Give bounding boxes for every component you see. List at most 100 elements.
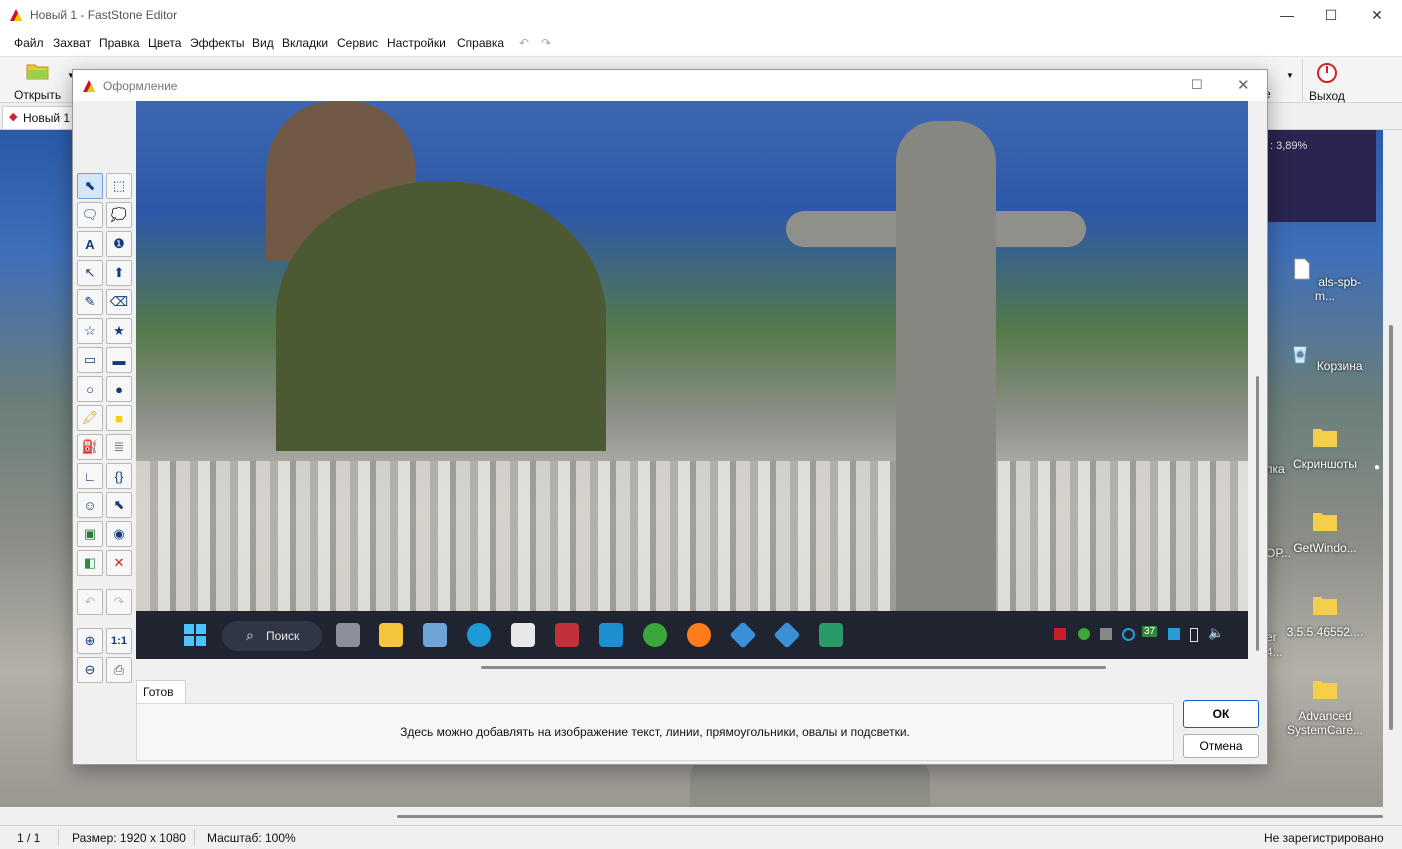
delete-x-icon: ✕ <box>113 555 125 570</box>
dialog-info-text: Здесь можно добавлять на изображение тек… <box>400 725 910 739</box>
tray-shield-icon <box>1168 628 1180 640</box>
rectangle-filled-button[interactable]: ▬ <box>106 347 132 373</box>
cancel-button[interactable]: Отмена <box>1183 734 1259 758</box>
scrollbar-thumb[interactable] <box>1256 376 1259 651</box>
pencil-icon: ✎ <box>84 294 96 309</box>
tab-new-1[interactable]: ◆ Новый 1 <box>2 106 74 129</box>
star-outline-button[interactable]: ☆ <box>77 318 103 344</box>
callout-button[interactable]: 🗨 <box>77 202 103 228</box>
tray-battery-icon <box>1190 628 1198 642</box>
menu-edit[interactable]: Правка <box>99 36 140 50</box>
desktop-icon-file[interactable]: als-spb-m... <box>1285 258 1365 303</box>
redo-button[interactable]: ↷ <box>106 589 132 615</box>
desktop-icon-version-folder[interactable]: 3.5.5.46552.... <box>1285 594 1365 639</box>
delete-object-button[interactable]: ✕ <box>106 550 132 576</box>
status-separator <box>58 829 59 845</box>
menu-help[interactable]: Справка <box>457 36 504 50</box>
star-filled-icon: ★ <box>113 323 125 338</box>
maximize-button[interactable]: ☐ <box>1308 0 1354 30</box>
pencil-tool-button[interactable]: ✎ <box>77 289 103 315</box>
store-icon <box>511 623 535 647</box>
undo-button[interactable]: ↶ <box>77 589 103 615</box>
app-diamond-icon-2 <box>773 621 801 649</box>
spotlight-button[interactable]: ◉ <box>106 521 132 547</box>
scrollbar-thumb[interactable] <box>1389 325 1393 730</box>
highlighter-icon: 🖍 <box>81 410 99 425</box>
ellipse-outline-button[interactable]: ○ <box>77 376 103 402</box>
desktop-icon-recycle[interactable]: ♻ Корзина <box>1285 342 1365 373</box>
scrollbar-thumb[interactable] <box>397 815 1383 818</box>
color-picker-button[interactable]: ◧ <box>77 550 103 576</box>
close-button[interactable]: ✕ <box>1354 0 1400 30</box>
desktop-icon-screenshots[interactable]: Скриншоты <box>1285 426 1365 471</box>
dialog-tab-ready[interactable]: Готов <box>136 680 186 703</box>
redo-icon[interactable]: ↷ <box>541 36 551 50</box>
speech-bubble-icon: 🗨 <box>81 207 99 222</box>
highlight-rect-button[interactable]: ■ <box>106 405 132 431</box>
exit-button[interactable]: Выход <box>1302 59 1353 103</box>
rectangle-outline-button[interactable]: ▭ <box>77 347 103 373</box>
fill-tool-button[interactable]: ⛽ <box>77 434 103 460</box>
zoom-out-button[interactable]: ⊖ <box>77 657 103 683</box>
highlighter-button[interactable]: 🖍 <box>77 405 103 431</box>
star-filled-button[interactable]: ★ <box>106 318 132 344</box>
cursor-stamp-button[interactable]: ⬉ <box>106 492 132 518</box>
emoji-tool-button[interactable]: ☺ <box>77 492 103 518</box>
main-horizontal-scrollbar[interactable] <box>0 807 1383 825</box>
tool-palette: ⬉ ⬚ 🗨 💭 A ❶ ↖ ⬆ ✎ ⌫ ☆ ★ ▭ ▬ ○ ● 🖍 ■ ⛽ ≣ … <box>73 101 135 764</box>
number-stamp-button[interactable]: ❶ <box>106 231 132 257</box>
menu-view[interactable]: Вид <box>252 36 274 50</box>
desktop-icon-label: Корзина <box>1316 359 1363 373</box>
svg-text:♻: ♻ <box>1297 351 1304 360</box>
desktop-icon-getwindows[interactable]: GetWindo... <box>1285 510 1365 555</box>
exit-label: Выход <box>1309 89 1345 103</box>
menu-capture[interactable]: Захват <box>53 36 91 50</box>
note-dropdown-icon[interactable]: ▼ <box>1286 71 1294 80</box>
spotlight-icon: ◉ <box>113 526 125 541</box>
menu-service[interactable]: Сервис <box>337 36 378 50</box>
ok-button[interactable]: ОК <box>1183 700 1259 728</box>
open-button[interactable]: Открыть <box>10 59 66 102</box>
line-tool-button[interactable]: ↖ <box>77 260 103 286</box>
brace-tool-button[interactable]: {} <box>106 463 132 489</box>
undo-icon[interactable]: ↶ <box>519 36 529 50</box>
menu-effects[interactable]: Эффекты <box>190 36 245 50</box>
dialog-horizontal-scrollbar[interactable] <box>136 659 1248 675</box>
partial-desktop-label: пка <box>1266 462 1285 476</box>
blur-tool-button[interactable]: ≣ <box>106 434 132 460</box>
actual-size-button[interactable]: 1:1 <box>106 628 132 654</box>
text-tool-button[interactable]: A <box>77 231 103 257</box>
power-icon <box>1317 63 1337 83</box>
select-tool-button[interactable]: ⬉ <box>77 173 103 199</box>
menu-tabs[interactable]: Вкладки <box>282 36 328 50</box>
scrollbar-thumb[interactable] <box>481 666 1106 669</box>
tray-badge: 37 <box>1142 626 1158 637</box>
insert-image-button[interactable]: ▣ <box>77 521 103 547</box>
dialog-title: Оформление <box>103 79 178 93</box>
dialog-maximize-button[interactable]: ☐ <box>1191 77 1203 93</box>
eraser-tool-button[interactable]: ⌫ <box>106 289 132 315</box>
menu-file[interactable]: Файл <box>14 36 44 50</box>
search-icon: ⌕ <box>246 627 254 643</box>
ellipse-filled-button[interactable]: ● <box>106 376 132 402</box>
arrow-tool-button[interactable]: ⬆ <box>106 260 132 286</box>
print-button[interactable]: ⎙ <box>106 657 132 683</box>
dialog-vertical-scrollbar[interactable] <box>1248 101 1267 675</box>
menu-colors[interactable]: Цвета <box>148 36 181 50</box>
tray-app-icon <box>1100 628 1112 640</box>
main-vertical-scrollbar[interactable] <box>1383 130 1402 807</box>
desktop-icon-advanced-systemcare[interactable]: Advanced SystemCare... <box>1285 678 1365 737</box>
dialog-logo-icon <box>83 80 95 92</box>
braces-icon: {} <box>114 468 124 484</box>
minimize-button[interactable]: — <box>1264 0 1310 30</box>
rect-select-button[interactable]: ⬚ <box>106 173 132 199</box>
app-logo-icon <box>10 9 22 21</box>
marquee-icon: ⬚ <box>112 178 126 193</box>
menu-settings[interactable]: Настройки <box>387 36 446 50</box>
dialog-close-button[interactable]: ✕ <box>1237 76 1250 94</box>
zoom-in-button[interactable]: ⊕ <box>77 628 103 654</box>
zoom-in-icon: ⊕ <box>84 633 96 648</box>
edit-canvas[interactable] <box>136 101 1248 611</box>
angle-tool-button[interactable]: ∟ <box>77 463 103 489</box>
callout-cloud-button[interactable]: 💭 <box>106 202 132 228</box>
